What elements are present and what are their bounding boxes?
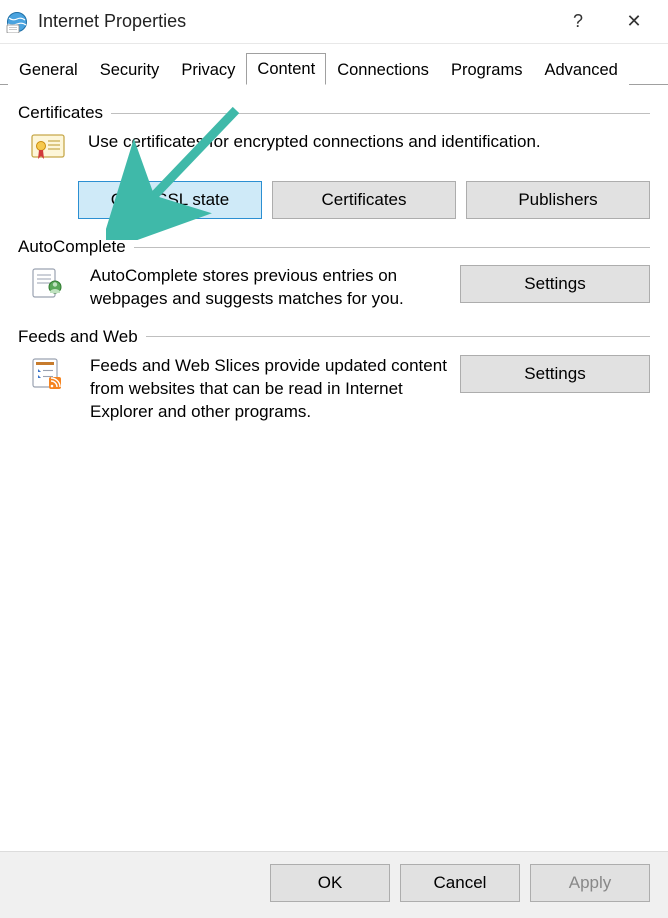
group-autocomplete: AutoComplete AutoComplete stores previou… [18,237,650,311]
feeds-description: Feeds and Web Slices provide updated con… [90,355,448,424]
autocomplete-description: AutoComplete stores previous entries on … [90,265,448,311]
group-feeds-title: Feeds and Web [18,327,138,347]
content-pane: Certificates Use certificates for encryp… [0,85,668,424]
titlebar: Internet Properties ? ✕ [0,0,668,44]
certificates-button[interactable]: Certificates [272,181,456,219]
tab-general[interactable]: General [8,54,89,85]
divider [146,336,650,337]
tab-programs[interactable]: Programs [440,54,534,85]
feeds-settings-button[interactable]: Settings [460,355,650,393]
autocomplete-settings-button[interactable]: Settings [460,265,650,303]
feeds-icon [18,355,78,389]
group-certificates-title: Certificates [18,103,103,123]
certificates-description: Use certificates for encrypted connectio… [88,131,541,154]
tab-content[interactable]: Content [246,53,326,85]
cancel-button[interactable]: Cancel [400,864,520,902]
publishers-button[interactable]: Publishers [466,181,650,219]
group-certificates: Certificates Use certificates for encryp… [18,103,650,219]
help-button[interactable]: ? [550,6,606,38]
tab-privacy[interactable]: Privacy [170,54,246,85]
clear-ssl-state-button[interactable]: Clear SSL state [78,181,262,219]
autocomplete-icon [18,265,78,299]
apply-button: Apply [530,864,650,902]
globe-icon [6,11,28,33]
ok-button[interactable]: OK [270,864,390,902]
tab-advanced[interactable]: Advanced [533,54,628,85]
group-feeds: Feeds and Web Feeds and We [18,327,650,424]
group-autocomplete-title: AutoComplete [18,237,126,257]
certificate-icon [18,131,78,163]
divider [134,247,650,248]
divider [111,113,650,114]
tabstrip: General Security Privacy Content Connect… [0,44,668,85]
tab-connections[interactable]: Connections [326,54,440,85]
window-title: Internet Properties [38,11,186,32]
close-button[interactable]: ✕ [606,6,662,38]
tab-security[interactable]: Security [89,54,171,85]
dialog-footer: OK Cancel Apply [0,851,668,918]
